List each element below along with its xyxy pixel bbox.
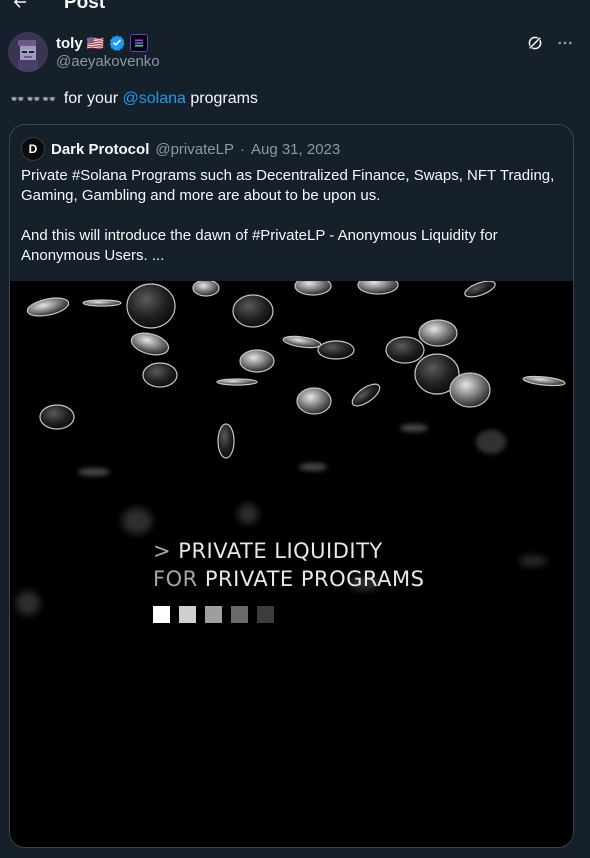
post-page: Post toly 🇺🇸 @aeyakovenko 👓👓👓 for your @… bbox=[0, 0, 590, 858]
mention-link[interactable]: @solana bbox=[123, 90, 186, 108]
headline-prefix-1: > bbox=[153, 539, 179, 563]
tweet-text-after: programs bbox=[185, 90, 258, 107]
quoted-author-name: Dark Protocol bbox=[51, 140, 150, 158]
quoted-post-body: Private #Solana Programs such as Decentr… bbox=[21, 166, 566, 266]
image-headline: > PRIVATE LIQUIDITY FOR PRIVATE PROGRAMS bbox=[153, 537, 424, 593]
author-handle[interactable]: @aeyakovenko bbox=[56, 53, 160, 70]
author-name-row: toly 🇺🇸 bbox=[56, 33, 149, 53]
gradient-square-1 bbox=[153, 606, 170, 623]
avatar[interactable] bbox=[8, 32, 48, 72]
header-actions bbox=[526, 32, 574, 54]
sunglasses-emojis: 👓👓👓 bbox=[10, 92, 58, 106]
affiliate-badge-icon bbox=[130, 34, 149, 52]
gradient-square-2 bbox=[179, 606, 196, 623]
quoted-post[interactable]: D Dark Protocol @privateLP · Aug 31, 202… bbox=[9, 124, 574, 848]
author-name[interactable]: toly bbox=[56, 35, 83, 52]
back-button[interactable] bbox=[10, 0, 30, 16]
avatar-image bbox=[8, 32, 48, 72]
quoted-date: Aug 31, 2023 bbox=[250, 140, 341, 158]
grok-icon bbox=[527, 35, 543, 51]
headline-prefix-2: FOR bbox=[153, 567, 205, 591]
quoted-post-image[interactable]: > PRIVATE LIQUIDITY FOR PRIVATE PROGRAMS bbox=[10, 281, 573, 847]
grok-button[interactable] bbox=[526, 34, 544, 52]
page-title: Post bbox=[64, 0, 106, 13]
quoted-paragraph-1: Private #Solana Programs such as Decentr… bbox=[21, 167, 555, 204]
gradient-square-4 bbox=[231, 606, 248, 623]
quoted-author-handle: @privateLP bbox=[155, 140, 234, 158]
headline-line-1: PRIVATE LIQUIDITY bbox=[178, 539, 383, 563]
tweet-text: 👓👓👓 for your @solana programs bbox=[10, 90, 258, 108]
back-arrow-icon bbox=[13, 0, 26, 8]
verified-badge-icon bbox=[109, 35, 125, 51]
tweet-text-before: for your bbox=[63, 90, 123, 107]
meta-separator: · bbox=[239, 140, 245, 158]
flag-icon: 🇺🇸 bbox=[86, 34, 105, 51]
more-icon bbox=[558, 41, 572, 45]
gradient-squares bbox=[153, 606, 274, 623]
quoted-post-header: D Dark Protocol @privateLP · Aug 31, 202… bbox=[21, 137, 341, 161]
quoted-paragraph-2: And this will introduce the dawn of #Pri… bbox=[21, 227, 498, 264]
headline-line-2: PRIVATE PROGRAMS bbox=[204, 567, 425, 591]
top-bar: Post bbox=[0, 0, 590, 16]
gradient-square-5 bbox=[257, 606, 274, 623]
gradient-square-3 bbox=[205, 606, 222, 623]
more-options-button[interactable] bbox=[556, 34, 574, 52]
quoted-avatar: D bbox=[21, 137, 45, 161]
